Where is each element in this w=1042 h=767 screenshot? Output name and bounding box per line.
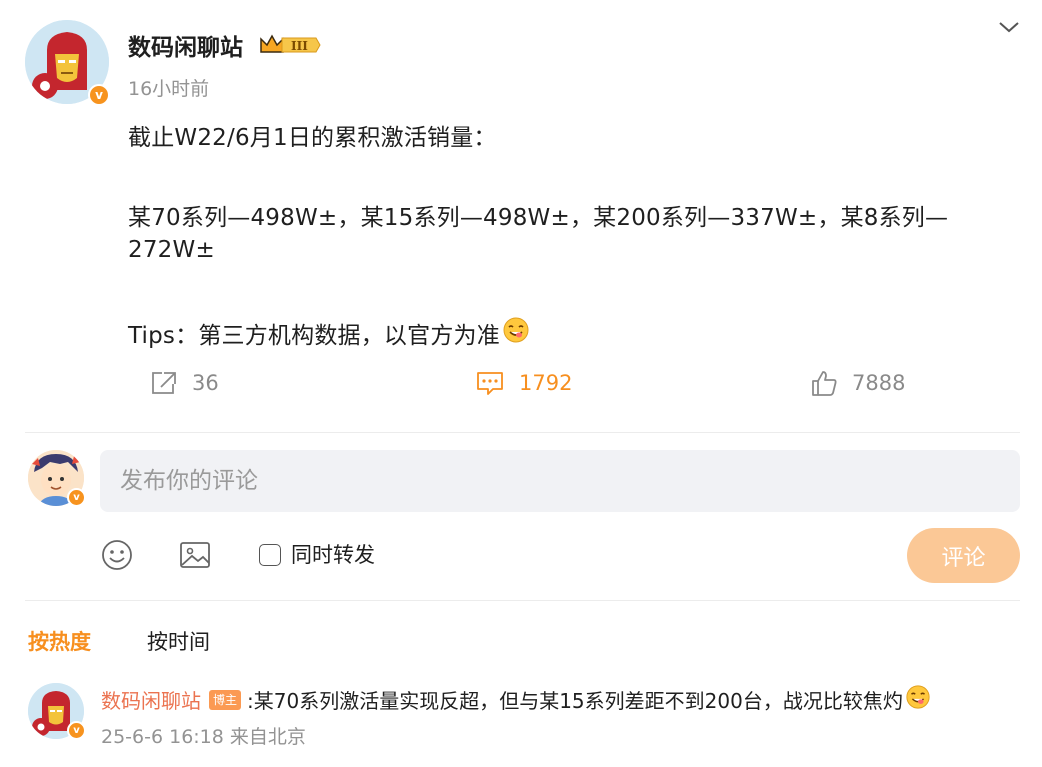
verified-badge-icon: v	[88, 84, 110, 106]
emoji-picker-icon[interactable]	[100, 538, 134, 572]
repost-action[interactable]: 36	[150, 368, 219, 398]
comment-text: :某70系列激活量实现反超，但与某15系列差距不到200台，战况比较焦灼	[247, 689, 903, 713]
repost-checkbox-label[interactable]: 同时转发	[291, 539, 375, 569]
author-name[interactable]: 数码闲聊站	[128, 28, 243, 62]
comment-meta: 25-6-6 16:18 来自北京	[101, 726, 306, 748]
post-timestamp: 16小时前	[128, 78, 210, 100]
image-upload-icon[interactable]	[178, 538, 212, 572]
author-tag-badge: 博主	[209, 689, 242, 710]
share-icon	[152, 372, 176, 394]
post-line-1: 截止W22/6月1日的累积激活销量：	[128, 125, 497, 151]
comment-author[interactable]: 数码闲聊站	[101, 685, 201, 714]
post-line-4: Tips：第三方机构数据，以官方为准	[128, 316, 530, 350]
tab-sort-hot[interactable]: 按热度	[28, 626, 91, 656]
post-tips-text: Tips：第三方机构数据，以官方为准	[128, 323, 500, 349]
comment-input[interactable]	[100, 450, 1020, 512]
yum-face-emoji-icon	[502, 316, 530, 350]
repost-count: 36	[192, 371, 219, 395]
verified-badge-icon: v	[67, 488, 86, 507]
comment-count: 1792	[519, 371, 573, 395]
repost-checkbox[interactable]	[259, 544, 281, 566]
divider	[25, 432, 1020, 433]
chevron-down-icon[interactable]	[996, 16, 1022, 38]
like-count: 7888	[852, 371, 906, 395]
comment-line: 数码闲聊站 博主 :某70系列激活量实现反超，但与某15系列差距不到200台，战…	[101, 684, 931, 715]
verified-badge-icon: v	[67, 721, 86, 740]
tab-sort-time[interactable]: 按时间	[147, 626, 210, 656]
like-action[interactable]: 7888	[810, 368, 905, 398]
post-line-2: 某70系列—498W±，某15系列—498W±，某200系列—337W±，某8系…	[128, 205, 949, 231]
thumbs-up-icon	[812, 371, 837, 396]
yum-face-emoji-icon	[905, 684, 931, 715]
submit-comment-button[interactable]: 评论	[907, 528, 1020, 583]
divider	[25, 600, 1020, 601]
comment-icon	[477, 372, 503, 395]
post-line-3: 272W±	[128, 237, 215, 263]
comment-action[interactable]: 1792	[475, 368, 572, 398]
crown-level-badge-icon[interactable]: III	[258, 32, 322, 58]
svg-text:III: III	[291, 39, 308, 53]
